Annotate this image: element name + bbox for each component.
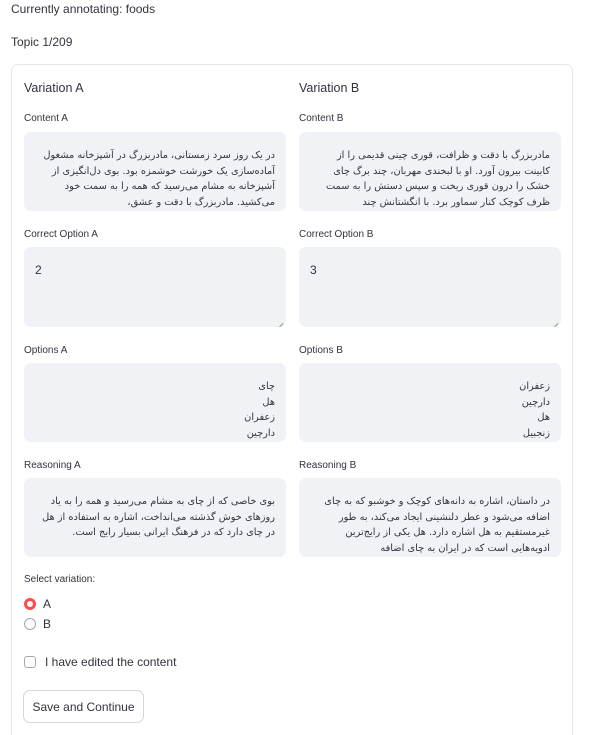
- annotation-form: Variation A Content A در یک روز سرد زمست…: [11, 64, 573, 735]
- content-b-textarea[interactable]: مادربزرگ با دقت و ظرافت، قوری چینی قدیمی…: [299, 132, 561, 211]
- correct-option-a-label: Correct Option A: [24, 229, 98, 240]
- radio-option-b[interactable]: B: [24, 617, 51, 631]
- correct-option-b-text: 3: [310, 263, 317, 277]
- reasoning-b-textarea[interactable]: در داستان، اشاره به دانه‌های کوچک و خوشب…: [299, 478, 561, 557]
- correct-option-b-textarea[interactable]: 3: [299, 247, 561, 327]
- reasoning-b-label: Reasoning B: [299, 460, 357, 471]
- options-a-textarea[interactable]: چای هل زعفران دارچین: [24, 363, 286, 442]
- options-b-textarea[interactable]: زعفران دارچین هل زنجبیل: [299, 363, 561, 442]
- select-variation-label: Select variation:: [24, 574, 96, 585]
- topic-counter: Topic 1/209: [11, 35, 73, 49]
- content-a-label: Content A: [24, 113, 68, 124]
- save-and-continue-button[interactable]: Save and Continue: [23, 690, 144, 723]
- annotating-status: Currently annotating: foods: [11, 2, 156, 16]
- options-a-label: Options A: [24, 345, 68, 356]
- correct-option-b-label: Correct Option B: [299, 229, 374, 240]
- correct-option-a-text: 2: [35, 263, 42, 277]
- options-b-label: Options B: [299, 345, 343, 356]
- correct-option-a-textarea[interactable]: 2: [24, 247, 286, 327]
- edited-content-label: I have edited the content: [45, 655, 177, 669]
- reasoning-a-text: بوی خاصی که از چای به مشام می‌رسید و همه…: [38, 496, 275, 538]
- options-b-text: زعفران دارچین هل زنجبیل: [519, 381, 550, 439]
- reasoning-a-textarea[interactable]: بوی خاصی که از چای به مشام می‌رسید و همه…: [24, 478, 286, 557]
- edited-content-checkbox[interactable]: I have edited the content: [24, 655, 176, 669]
- content-b-text: مادربزرگ با دقت و ظرافت، قوری چینی قدیمی…: [322, 150, 550, 208]
- content-a-textarea[interactable]: در یک روز سرد زمستانی، مادربزرگ در آشپزخ…: [24, 132, 286, 211]
- reasoning-b-text: در داستان، اشاره به دانه‌های کوچک و خوشب…: [321, 496, 550, 554]
- checkbox-icon[interactable]: [24, 656, 36, 668]
- radio-selected-icon[interactable]: [24, 598, 36, 610]
- variation-a-title: Variation A: [24, 81, 84, 95]
- variation-b-title: Variation B: [299, 81, 360, 95]
- content-a-text: در یک روز سرد زمستانی، مادربزرگ در آشپزخ…: [40, 150, 275, 208]
- reasoning-a-label: Reasoning A: [24, 460, 81, 471]
- radio-option-b-label: B: [43, 617, 52, 631]
- resize-handle-icon[interactable]: [275, 316, 283, 324]
- radio-option-a[interactable]: A: [24, 597, 51, 611]
- options-a-text: چای هل زعفران دارچین: [244, 381, 275, 439]
- radio-option-a-label: A: [43, 597, 52, 611]
- resize-handle-icon[interactable]: [550, 316, 558, 324]
- content-b-label: Content B: [299, 113, 344, 124]
- radio-unselected-icon[interactable]: [24, 618, 36, 630]
